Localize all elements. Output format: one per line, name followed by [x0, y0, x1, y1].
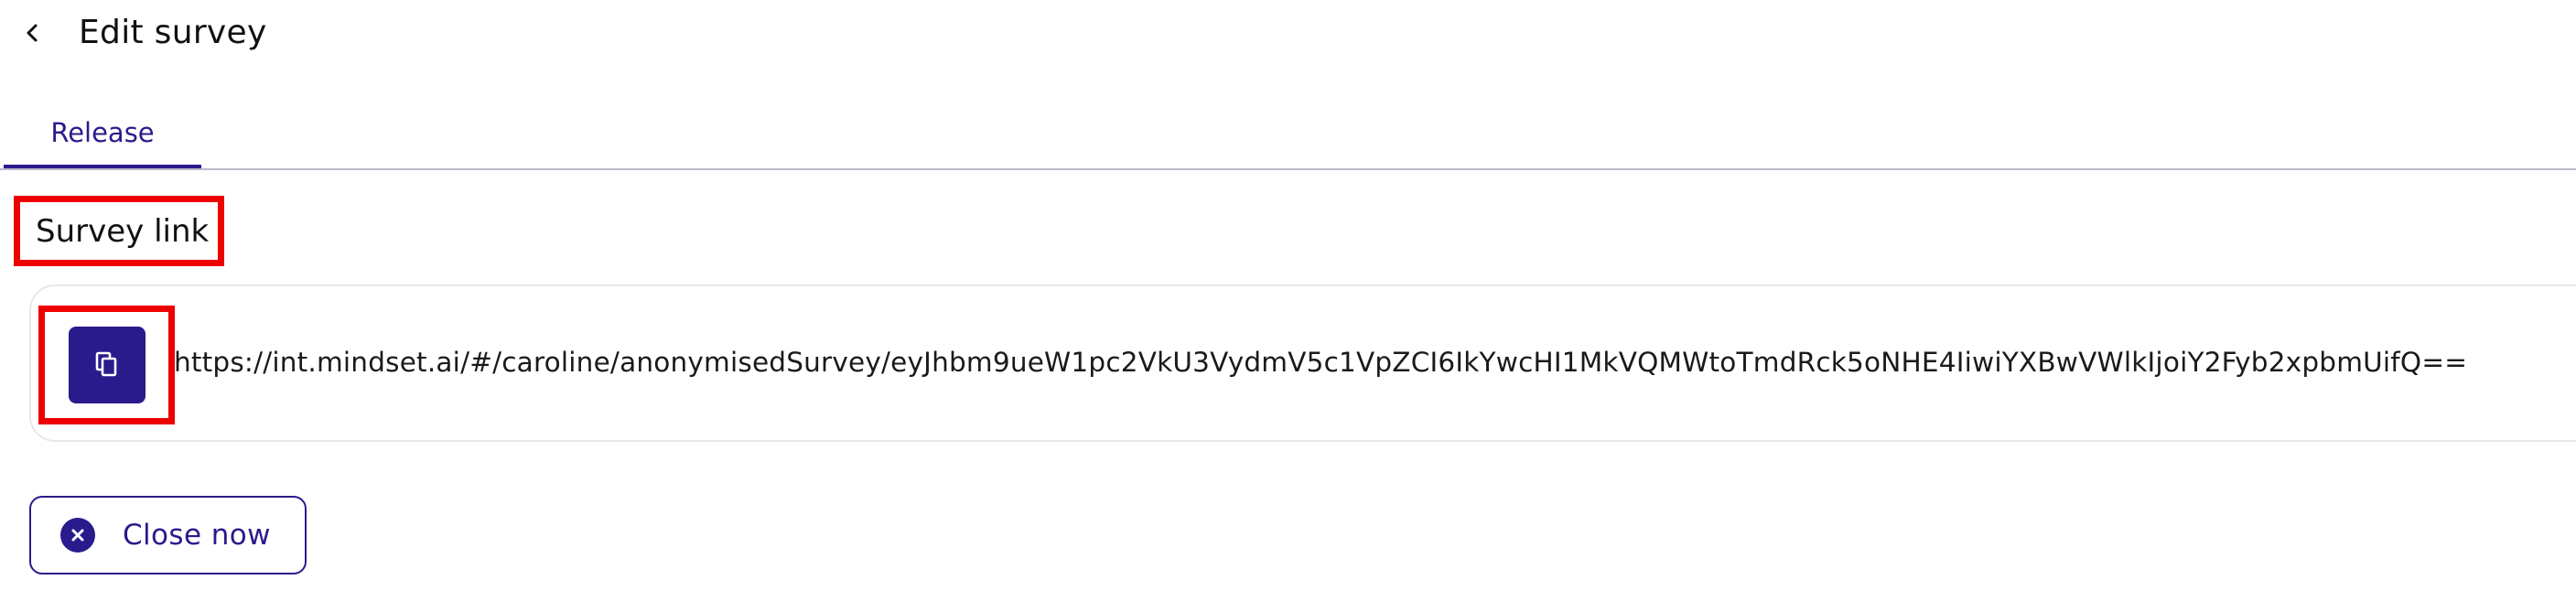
- edit-survey-page: Edit survey Release Survey link https://…: [0, 0, 2576, 612]
- survey-link-url[interactable]: https://int.mindset.ai/#/caroline/anonym…: [174, 344, 2467, 381]
- close-now-label: Close now: [123, 519, 271, 552]
- copy-button-highlight: [38, 306, 175, 424]
- copy-link-button[interactable]: [68, 327, 146, 403]
- page-title: Edit survey: [79, 14, 267, 51]
- copy-icon: [95, 351, 116, 377]
- close-circle-icon: [60, 518, 95, 553]
- back-button[interactable]: [16, 16, 49, 49]
- survey-link-label-highlight: Survey link: [14, 196, 224, 266]
- close-now-button[interactable]: Close now: [29, 496, 307, 574]
- tab-release[interactable]: Release: [4, 101, 201, 168]
- page-header: Edit survey: [0, 0, 2576, 66]
- survey-link-label: Survey link: [36, 212, 210, 250]
- chevron-left-icon: [27, 24, 38, 42]
- tab-bar: Release: [0, 101, 2576, 170]
